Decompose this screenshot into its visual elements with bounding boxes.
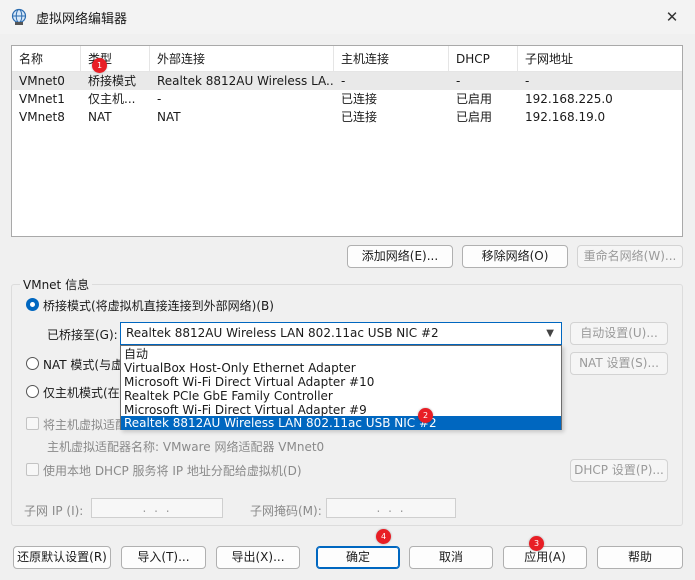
annotation-badge: 2 bbox=[418, 408, 433, 423]
row-subnet: 192.168.225.0 bbox=[525, 92, 613, 106]
dropdown-option[interactable]: Microsoft Wi-Fi Direct Virtual Adapter #… bbox=[121, 375, 561, 389]
remove-network-button[interactable]: 移除网络(O) bbox=[462, 245, 568, 268]
row-type: 仅主机... bbox=[88, 92, 136, 106]
column-header-subnet[interactable]: 子网地址 bbox=[518, 46, 684, 72]
cancel-button[interactable]: 取消 bbox=[409, 546, 493, 569]
subnet-mask-input[interactable]: . . . bbox=[326, 498, 456, 518]
dropdown-option[interactable]: Realtek PCIe GbE Family Controller bbox=[121, 389, 561, 403]
row-name: VMnet1 bbox=[19, 92, 65, 106]
network-list[interactable]: 名称 类型 外部连接 主机连接 DHCP 子网地址 VMnet0 桥接模式 Re… bbox=[11, 45, 683, 237]
row-dhcp: 已启用 bbox=[456, 92, 493, 106]
dropdown-option[interactable]: VirtualBox Host-Only Ethernet Adapter bbox=[121, 361, 561, 375]
close-icon: ✕ bbox=[665, 8, 679, 26]
subnet-mask-label: 子网掩码(M): bbox=[250, 504, 322, 518]
dropdown-option-selected[interactable]: Realtek 8812AU Wireless LAN 802.11ac USB… bbox=[121, 416, 561, 430]
nat-mode-radio[interactable] bbox=[26, 357, 39, 370]
nat-mode-label: NAT 模式(与虚 bbox=[43, 358, 124, 372]
row-external: NAT bbox=[157, 110, 181, 124]
title-bar: 虚拟网络编辑器 ✕ bbox=[0, 0, 695, 34]
nat-settings-button[interactable]: NAT 设置(S)... bbox=[570, 352, 668, 375]
table-row[interactable]: VMnet8 NAT NAT 已连接 已启用 192.168.19.0 bbox=[12, 108, 682, 126]
auto-settings-button[interactable]: 自动设置(U)... bbox=[570, 322, 668, 345]
bridged-to-label: 已桥接至(G): bbox=[47, 328, 118, 342]
bridged-mode-radio[interactable] bbox=[26, 298, 39, 311]
column-header-dhcp[interactable]: DHCP bbox=[449, 46, 518, 72]
row-dhcp: 已启用 bbox=[456, 110, 493, 124]
ok-button[interactable]: 确定 bbox=[316, 546, 400, 569]
apply-button[interactable]: 应用(A) bbox=[503, 546, 587, 569]
row-name: VMnet0 bbox=[19, 74, 65, 88]
subnet-ip-input[interactable]: . . . bbox=[91, 498, 223, 518]
adapter-name-label: 主机虚拟适配器名称: VMware 网络适配器 VMnet0 bbox=[47, 440, 325, 454]
row-host: 已连接 bbox=[341, 110, 378, 124]
annotation-badge: 1 bbox=[92, 58, 107, 73]
close-button[interactable]: ✕ bbox=[649, 0, 695, 34]
table-row[interactable]: VMnet1 仅主机... - 已连接 已启用 192.168.225.0 bbox=[12, 90, 682, 108]
subnet-ip-label: 子网 IP (I): bbox=[24, 504, 84, 518]
host-only-label: 仅主机模式(在专 bbox=[43, 386, 132, 400]
column-header-external[interactable]: 外部连接 bbox=[150, 46, 334, 72]
row-external: - bbox=[157, 92, 162, 106]
import-button[interactable]: 导入(T)... bbox=[121, 546, 206, 569]
column-header-type[interactable]: 类型 bbox=[81, 46, 150, 72]
bridged-mode-label: 桥接模式(将虚拟机直接连接到外部网络)(B) bbox=[43, 299, 274, 313]
vmnet-info-label: VMnet 信息 bbox=[20, 276, 93, 293]
restore-defaults-button[interactable]: 还原默认设置(R) bbox=[13, 546, 111, 569]
row-type: NAT bbox=[88, 110, 112, 124]
chevron-down-icon: ▼ bbox=[546, 328, 554, 339]
bridged-to-select[interactable]: Realtek 8812AU Wireless LAN 802.11ac USB… bbox=[120, 322, 562, 345]
window-title: 虚拟网络编辑器 bbox=[36, 12, 128, 27]
bridged-to-dropdown[interactable]: 自动 VirtualBox Host-Only Ethernet Adapter… bbox=[120, 345, 562, 430]
connect-adapter-checkbox[interactable] bbox=[26, 417, 39, 430]
bridged-to-value: Realtek 8812AU Wireless LAN 802.11ac USB… bbox=[126, 326, 439, 340]
network-globe-icon bbox=[11, 8, 27, 25]
annotation-badge: 3 bbox=[529, 536, 544, 551]
row-external: Realtek 8812AU Wireless LA... bbox=[157, 74, 334, 88]
dhcp-settings-button[interactable]: DHCP 设置(P)... bbox=[570, 459, 668, 482]
add-network-button[interactable]: 添加网络(E)... bbox=[347, 245, 453, 268]
dropdown-option[interactable]: Microsoft Wi-Fi Direct Virtual Adapter #… bbox=[121, 403, 561, 417]
connect-adapter-label: 将主机虚拟适配 bbox=[43, 418, 128, 432]
row-type: 桥接模式 bbox=[88, 74, 137, 88]
table-row[interactable]: VMnet0 桥接模式 Realtek 8812AU Wireless LA..… bbox=[12, 72, 682, 90]
row-host: 已连接 bbox=[341, 92, 378, 106]
host-only-radio[interactable] bbox=[26, 385, 39, 398]
column-header-host[interactable]: 主机连接 bbox=[334, 46, 449, 72]
row-host: - bbox=[341, 74, 346, 88]
row-name: VMnet8 bbox=[19, 110, 65, 124]
rename-network-button[interactable]: 重命名网络(W)... bbox=[577, 245, 683, 268]
row-subnet: 192.168.19.0 bbox=[525, 110, 606, 124]
row-dhcp: - bbox=[456, 74, 461, 88]
help-button[interactable]: 帮助 bbox=[597, 546, 683, 569]
dhcp-checkbox[interactable] bbox=[26, 463, 39, 476]
dhcp-label: 使用本地 DHCP 服务将 IP 地址分配给虚拟机(D) bbox=[43, 464, 302, 478]
table-header: 名称 类型 外部连接 主机连接 DHCP 子网地址 bbox=[12, 46, 682, 72]
dropdown-option[interactable]: 自动 bbox=[121, 347, 561, 361]
annotation-badge: 4 bbox=[376, 529, 391, 544]
export-button[interactable]: 导出(X)... bbox=[216, 546, 300, 569]
column-header-name[interactable]: 名称 bbox=[12, 46, 81, 72]
row-subnet: - bbox=[525, 74, 530, 88]
